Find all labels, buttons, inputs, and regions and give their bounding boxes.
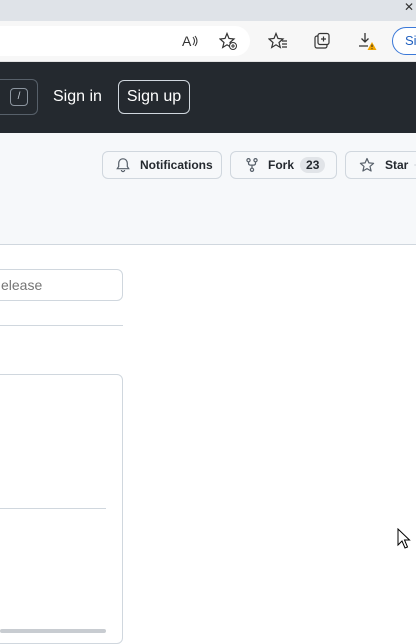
svg-text:A: A <box>182 33 192 49</box>
profile-sign-in-button[interactable]: Si <box>392 27 416 55</box>
sign-in-link[interactable]: Sign in <box>53 88 102 106</box>
add-favorite-icon[interactable] <box>218 31 238 51</box>
favorites-icon[interactable] <box>268 31 288 51</box>
mouse-cursor-icon <box>397 527 411 555</box>
release-search-input[interactable] <box>0 270 122 300</box>
downloads-warning-icon[interactable] <box>357 31 377 51</box>
horizontal-scrollbar[interactable] <box>0 629 106 633</box>
fork-count: 23 <box>300 157 326 173</box>
content-panel <box>0 374 123 644</box>
read-aloud-icon[interactable]: A <box>181 31 201 51</box>
address-bar[interactable] <box>0 26 250 56</box>
notifications-label: Notifications <box>140 158 213 172</box>
star-button[interactable]: Star <box>345 151 416 179</box>
fork-icon <box>246 158 258 172</box>
release-search-field[interactable] <box>0 269 123 301</box>
star-icon <box>359 157 375 172</box>
browser-tab-strip <box>0 0 416 21</box>
collections-icon[interactable] <box>312 31 332 51</box>
sign-up-button[interactable]: Sign up <box>118 80 190 114</box>
window-close-button[interactable]: ✕ <box>404 0 414 14</box>
repo-header <box>0 133 416 245</box>
panel-divider <box>0 508 106 509</box>
section-divider <box>0 325 123 326</box>
profile-label: Si <box>405 33 416 48</box>
bell-icon <box>116 158 130 173</box>
notifications-button[interactable]: Notifications <box>102 151 222 179</box>
search-shortcut-key: / <box>10 88 28 106</box>
star-label: Star <box>385 158 409 172</box>
fork-label: Fork <box>268 158 295 172</box>
fork-button[interactable]: Fork 23 <box>230 151 337 179</box>
